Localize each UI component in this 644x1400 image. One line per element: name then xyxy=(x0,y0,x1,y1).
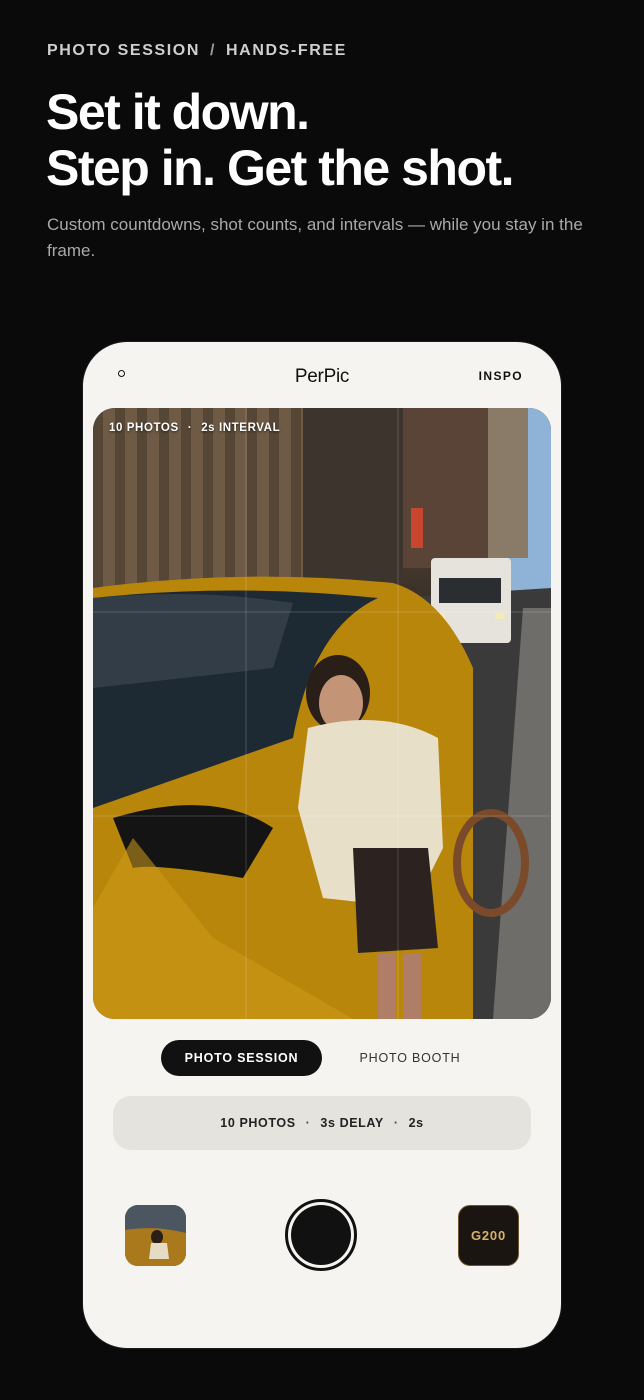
eyebrow: PHOTO SESSION / HANDS-FREE xyxy=(47,42,347,60)
viewfinder[interactable]: 10 PHOTOS · 2s INTERVAL xyxy=(93,408,551,1019)
viewfinder-info: 10 PHOTOS · 2s INTERVAL xyxy=(109,422,280,434)
inspo-button[interactable]: INSPO xyxy=(479,369,523,383)
eyebrow-right: HANDS-FREE xyxy=(226,42,347,59)
vf-separator: · xyxy=(187,422,193,434)
headline-line-2: Step in. Get the shot. xyxy=(46,140,515,196)
mode-photo-session[interactable]: PHOTO SESSION xyxy=(161,1040,322,1076)
subheadline: Custom countdowns, shot counts, and inte… xyxy=(47,215,583,260)
headline: Set it down. Step in. Get the shot. xyxy=(46,84,515,196)
phone-frame: PerPic INSPO 10 PHOTOS · 2s INTERVAL PHO… xyxy=(83,342,561,1348)
settings-delay: 3s DELAY xyxy=(320,1116,384,1130)
settings-sep-2: · xyxy=(393,1116,399,1130)
shutter-button[interactable] xyxy=(285,1199,357,1271)
shutter-button-icon xyxy=(291,1205,351,1265)
film-preset-button[interactable]: G200 xyxy=(458,1205,519,1266)
settings-interval: 2s xyxy=(408,1116,424,1130)
viewfinder-scene xyxy=(93,408,551,1019)
mode-photo-booth[interactable]: PHOTO BOOTH xyxy=(351,1040,469,1076)
building-mid xyxy=(303,408,403,598)
eyebrow-left: PHOTO SESSION xyxy=(47,42,200,59)
eyebrow-separator: / xyxy=(209,42,217,59)
vf-photo-count: 10 PHOTOS xyxy=(109,422,179,434)
headline-line-1: Set it down. xyxy=(46,84,310,140)
settings-sep-1: · xyxy=(305,1116,311,1130)
settings-photos: 10 PHOTOS xyxy=(220,1116,296,1130)
vf-interval: 2s INTERVAL xyxy=(201,422,281,434)
thumbnail-image xyxy=(125,1205,186,1266)
gallery-thumbnail[interactable] xyxy=(125,1205,186,1266)
session-settings-bar[interactable]: 10 PHOTOS · 3s DELAY · 2s xyxy=(113,1096,531,1150)
person-skirt xyxy=(353,848,438,953)
building-far xyxy=(488,408,528,558)
